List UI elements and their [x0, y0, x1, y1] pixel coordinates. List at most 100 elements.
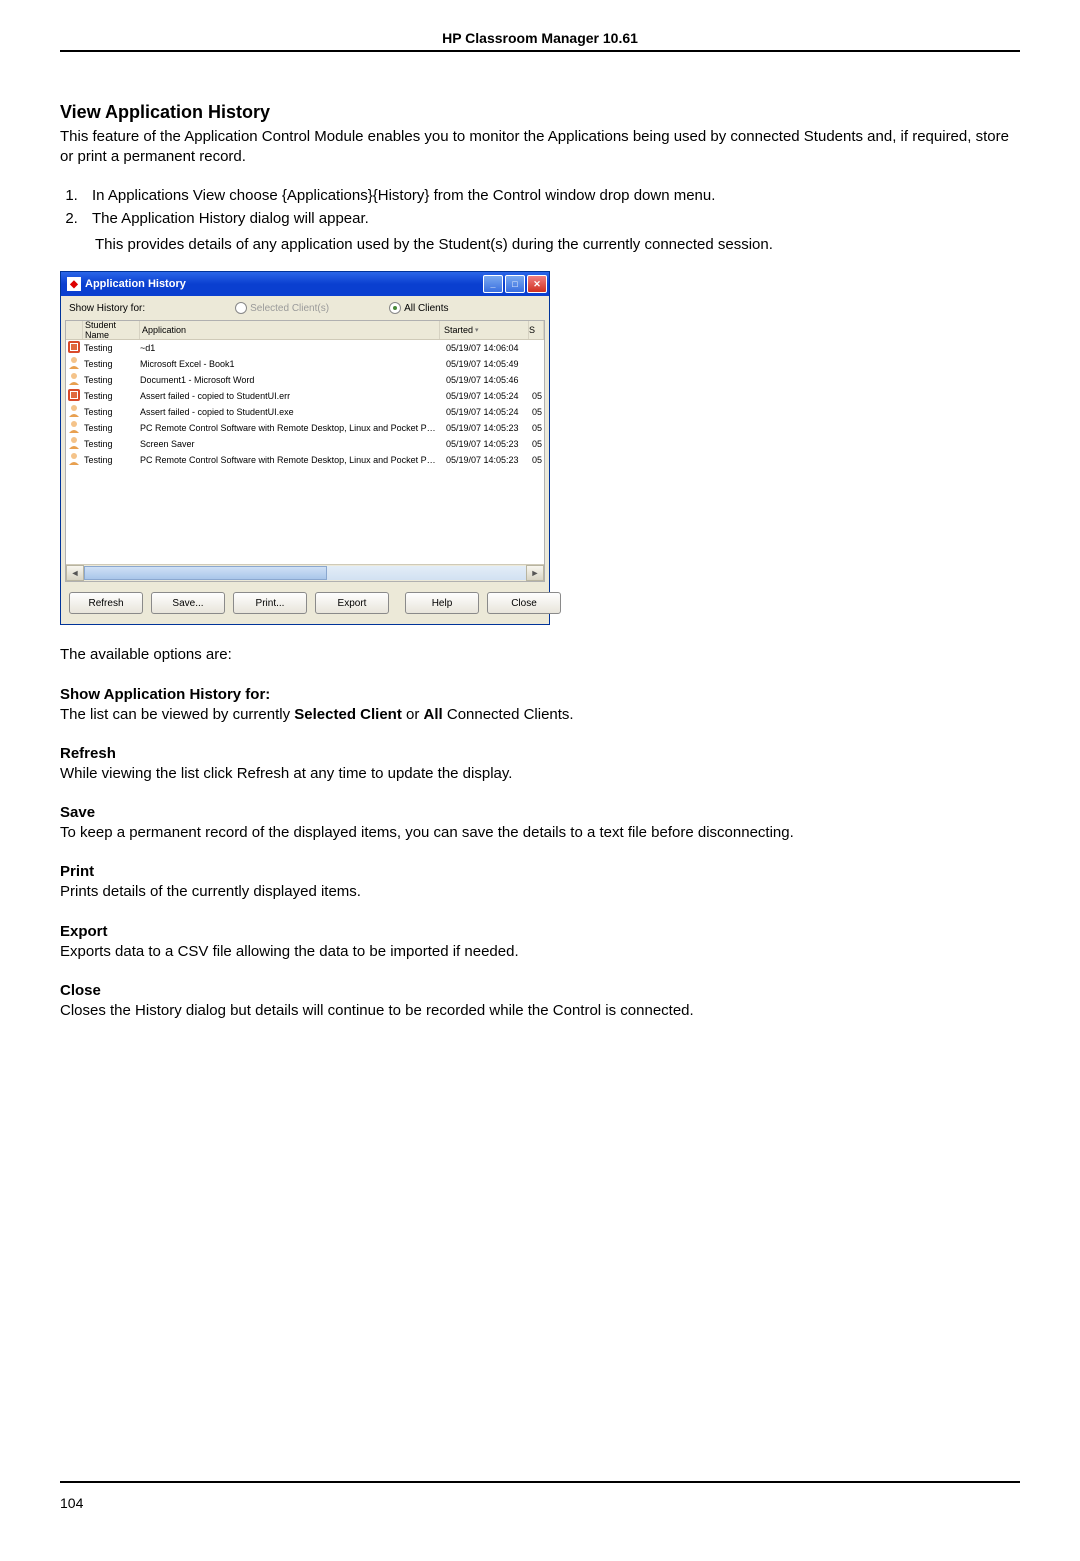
radio-all-clients[interactable]: All Clients	[389, 302, 448, 314]
cell-started: 05/19/07 14:06:04	[442, 343, 530, 353]
scroll-thumb[interactable]	[84, 566, 327, 580]
opt-close-title: Close	[60, 982, 1020, 999]
dialog-toolbar: Show History for: Selected Client(s) All…	[61, 296, 549, 320]
cell-s: 05	[530, 439, 544, 449]
cell-s: 05	[530, 407, 544, 417]
cell-s: 05	[530, 391, 544, 401]
cell-started: 05/19/07 14:05:24	[442, 391, 530, 401]
export-button[interactable]: Export	[315, 592, 389, 614]
radio-selected-clients[interactable]: Selected Client(s)	[235, 302, 329, 314]
cell-application: Document1 - Microsoft Word	[138, 375, 442, 385]
header-rule	[60, 50, 1020, 52]
cell-student-name: Testing	[82, 359, 138, 369]
row-status-icon	[67, 356, 81, 370]
cell-application: PC Remote Control Software with Remote D…	[138, 423, 442, 433]
footer-rule	[60, 1481, 1020, 1483]
cell-application: Assert failed - copied to StudentUI.err	[138, 391, 442, 401]
list-header[interactable]: Student Name Application Started▾ S	[66, 321, 544, 340]
close-button[interactable]: Close	[487, 592, 561, 614]
cell-started: 05/19/07 14:05:23	[442, 423, 530, 433]
table-row[interactable]: TestingMicrosoft Excel - Book105/19/07 1…	[66, 356, 544, 372]
step-1: In Applications View choose {Application…	[82, 186, 1020, 206]
cell-student-name: Testing	[82, 343, 138, 353]
cell-student-name: Testing	[82, 423, 138, 433]
refresh-button[interactable]: Refresh	[69, 592, 143, 614]
scroll-right-icon[interactable]: ►	[526, 565, 544, 581]
radio-selected-label: Selected Client(s)	[250, 303, 329, 314]
cell-started: 05/19/07 14:05:23	[442, 455, 530, 465]
opt-export-title: Export	[60, 923, 1020, 940]
radio-icon	[235, 302, 247, 314]
table-row[interactable]: Testing~d105/19/07 14:06:04	[66, 340, 544, 356]
table-row[interactable]: TestingAssert failed - copied to Student…	[66, 388, 544, 404]
close-window-button[interactable]: ✕	[527, 275, 547, 293]
cell-student-name: Testing	[82, 439, 138, 449]
opt-save-body: To keep a permanent record of the displa…	[60, 823, 1020, 843]
table-row[interactable]: TestingDocument1 - Microsoft Word05/19/0…	[66, 372, 544, 388]
cell-started: 05/19/07 14:05:46	[442, 375, 530, 385]
dialog-title: Application History	[85, 278, 186, 290]
show-history-for-label: Show History for:	[69, 303, 145, 314]
doc-header-title: HP Classroom Manager 10.61	[60, 30, 1020, 50]
cell-s: 05	[530, 455, 544, 465]
radio-icon	[389, 302, 401, 314]
row-status-icon	[67, 372, 81, 386]
cell-application: Microsoft Excel - Book1	[138, 359, 442, 369]
row-status-icon	[67, 420, 81, 434]
cell-started: 05/19/07 14:05:23	[442, 439, 530, 449]
step-sub: This provides details of any application…	[95, 235, 1020, 255]
cell-application: ~d1	[138, 343, 442, 353]
steps-list: In Applications View choose {Application…	[60, 186, 1020, 230]
col-s[interactable]: S	[529, 321, 544, 339]
opt-print-body: Prints details of the currently displaye…	[60, 882, 1020, 902]
cell-started: 05/19/07 14:05:49	[442, 359, 530, 369]
col-started[interactable]: Started▾	[440, 321, 529, 339]
section-title: View Application History	[60, 102, 1020, 123]
history-list[interactable]: Student Name Application Started▾ S Test…	[65, 320, 545, 582]
row-status-icon	[67, 340, 81, 354]
cell-application: Assert failed - copied to StudentUI.exe	[138, 407, 442, 417]
table-row[interactable]: TestingAssert failed - copied to Student…	[66, 404, 544, 420]
cell-student-name: Testing	[82, 391, 138, 401]
table-row[interactable]: TestingScreen Saver05/19/07 14:05:2305	[66, 436, 544, 452]
horizontal-scrollbar[interactable]: ◄ ►	[66, 564, 544, 581]
options-intro: The available options are:	[60, 645, 1020, 665]
opt-export-body: Exports data to a CSV file allowing the …	[60, 942, 1020, 962]
step-2: The Application History dialog will appe…	[82, 209, 1020, 229]
col-application[interactable]: Application	[140, 321, 440, 339]
row-status-icon	[67, 436, 81, 450]
radio-all-label: All Clients	[404, 303, 448, 314]
cell-application: PC Remote Control Software with Remote D…	[138, 455, 442, 465]
opt-showfor-title: Show Application History for:	[60, 686, 1020, 703]
cell-application: Screen Saver	[138, 439, 442, 449]
table-row[interactable]: TestingPC Remote Control Software with R…	[66, 420, 544, 436]
save-button[interactable]: Save...	[151, 592, 225, 614]
maximize-button[interactable]: □	[505, 275, 525, 293]
print-button[interactable]: Print...	[233, 592, 307, 614]
sort-desc-icon: ▾	[475, 326, 479, 334]
app-icon: ◆	[67, 277, 81, 291]
table-row[interactable]: TestingPC Remote Control Software with R…	[66, 452, 544, 468]
application-history-dialog: ◆ Application History _ □ ✕ Show History…	[60, 271, 550, 625]
row-status-icon	[67, 388, 81, 402]
dialog-titlebar[interactable]: ◆ Application History _ □ ✕	[61, 272, 549, 296]
opt-print-title: Print	[60, 863, 1020, 880]
section-intro: This feature of the Application Control …	[60, 127, 1020, 168]
col-student-name[interactable]: Student Name	[83, 321, 140, 339]
cell-student-name: Testing	[82, 407, 138, 417]
cell-student-name: Testing	[82, 455, 138, 465]
row-status-icon	[67, 404, 81, 418]
help-button[interactable]: Help	[405, 592, 479, 614]
cell-student-name: Testing	[82, 375, 138, 385]
page-number: 104	[60, 1495, 1020, 1511]
row-status-icon	[67, 452, 81, 466]
opt-close-body: Closes the History dialog but details wi…	[60, 1001, 1020, 1021]
cell-s: 05	[530, 423, 544, 433]
opt-showfor-body: The list can be viewed by currently Sele…	[60, 705, 1020, 725]
dialog-button-bar: Refresh Save... Print... Export Help Clo…	[61, 582, 549, 624]
opt-refresh-body: While viewing the list click Refresh at …	[60, 764, 1020, 784]
opt-refresh-title: Refresh	[60, 745, 1020, 762]
cell-started: 05/19/07 14:05:24	[442, 407, 530, 417]
scroll-left-icon[interactable]: ◄	[66, 565, 84, 581]
minimize-button[interactable]: _	[483, 275, 503, 293]
